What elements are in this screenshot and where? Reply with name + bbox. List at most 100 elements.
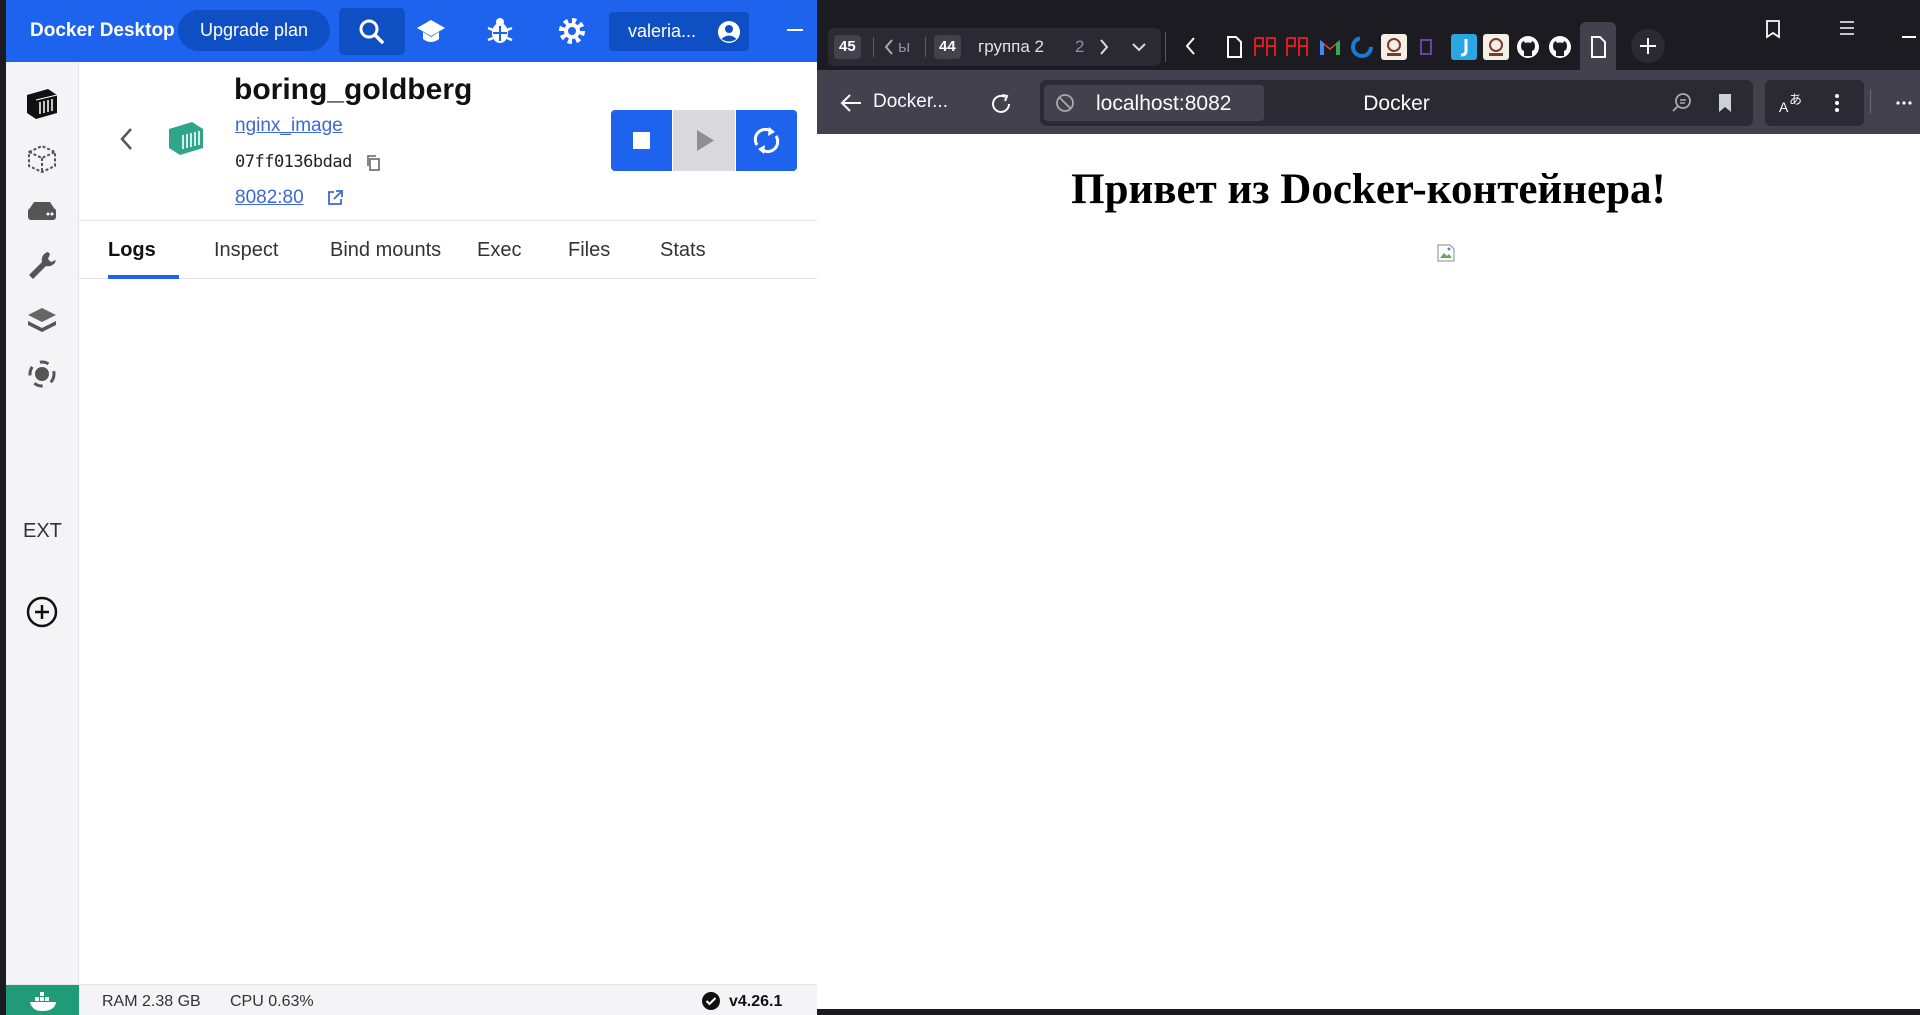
menu-icon[interactable] bbox=[1837, 20, 1857, 36]
add-extension-icon[interactable] bbox=[24, 594, 60, 630]
container-id: 07ff0136bdad bbox=[235, 152, 352, 172]
restart-button[interactable] bbox=[736, 110, 797, 171]
tab-group-label-left[interactable]: ы bbox=[898, 37, 910, 57]
app-title: Docker Desktop bbox=[30, 20, 175, 41]
red-site-favicon-icon[interactable] bbox=[1253, 34, 1279, 60]
page-icon bbox=[1591, 36, 1606, 58]
account-avatar-icon bbox=[718, 21, 740, 43]
divider bbox=[1870, 90, 1871, 114]
docker-whale-icon bbox=[30, 992, 56, 1011]
tab-files[interactable]: Files bbox=[568, 239, 610, 262]
play-icon bbox=[697, 130, 714, 151]
back-label[interactable]: Docker... bbox=[873, 91, 948, 113]
account-name: valeria... bbox=[628, 21, 697, 41]
tab-bind-mounts[interactable]: Bind mounts bbox=[330, 239, 441, 262]
page-favicon-icon[interactable] bbox=[1221, 34, 1247, 60]
dev-environments-wrench-icon[interactable] bbox=[24, 248, 60, 284]
engine-status[interactable] bbox=[6, 985, 79, 1015]
broken-image-icon bbox=[1437, 244, 1455, 262]
extensions-label[interactable]: EXT bbox=[23, 520, 62, 543]
docker-scout-icon[interactable] bbox=[24, 356, 60, 392]
settings-gear-icon[interactable] bbox=[554, 14, 590, 48]
minimize-button[interactable] bbox=[787, 29, 803, 31]
library-site-icon[interactable] bbox=[1483, 34, 1509, 60]
reader-view-icon[interactable] bbox=[1670, 92, 1694, 114]
gmail-icon[interactable] bbox=[1317, 34, 1343, 60]
restart-icon bbox=[753, 127, 780, 154]
minimize-browser-button[interactable] bbox=[1902, 36, 1916, 38]
tab-group-label-right[interactable]: 2 bbox=[1075, 37, 1084, 57]
tab-logs[interactable]: Logs bbox=[108, 239, 156, 262]
search-icon bbox=[359, 19, 384, 44]
chevron-down-icon[interactable] bbox=[1131, 41, 1147, 53]
red-site-favicon-icon[interactable] bbox=[1285, 34, 1311, 60]
svg-text:A: A bbox=[1779, 99, 1789, 115]
bookmark-icon[interactable] bbox=[1716, 92, 1734, 114]
containers-icon[interactable] bbox=[24, 86, 60, 122]
image-link[interactable]: nginx_image bbox=[235, 115, 343, 137]
more-options-icon[interactable] bbox=[1833, 92, 1841, 114]
page-title: Docker bbox=[1363, 92, 1430, 115]
container-actions bbox=[611, 110, 797, 171]
url-bar[interactable]: localhost:8082 Docker bbox=[1040, 80, 1753, 126]
svg-text:あ: あ bbox=[1789, 93, 1802, 108]
active-tab-indicator bbox=[108, 275, 179, 279]
back-chevron-icon[interactable] bbox=[119, 126, 135, 152]
volumes-icon[interactable] bbox=[24, 194, 60, 230]
start-button[interactable] bbox=[673, 110, 735, 171]
tab-list-icon[interactable] bbox=[1762, 18, 1784, 40]
reload-icon[interactable] bbox=[989, 92, 1013, 116]
page-heading: Привет из Docker-контейнера! bbox=[1071, 166, 1666, 213]
divider bbox=[1165, 32, 1166, 62]
overflow-icon[interactable] bbox=[1895, 100, 1915, 106]
tab-strip: 45 ы 44 группа 2 2 bbox=[817, 0, 1920, 70]
docker-desktop-window: Docker Desktop Upgrade plan valeria... E… bbox=[6, 0, 817, 1015]
tab-stats[interactable]: Stats bbox=[660, 239, 706, 262]
plus-icon bbox=[1640, 38, 1656, 54]
divider bbox=[925, 37, 926, 57]
docker-top-bar: Docker Desktop Upgrade plan valeria... bbox=[6, 0, 817, 62]
back-arrow-icon[interactable] bbox=[839, 92, 863, 114]
github-icon[interactable] bbox=[1515, 34, 1541, 60]
copy-icon[interactable] bbox=[365, 154, 381, 172]
navigation-bar: Docker... localhost:8082 Docker Aあ bbox=[817, 70, 1920, 134]
upgrade-plan-button[interactable]: Upgrade plan bbox=[178, 10, 330, 51]
status-bar: RAM 2.38 GB CPU 0.63% v4.26.1 bbox=[6, 984, 817, 1015]
web-page-content: Привет из Docker-контейнера! bbox=[817, 134, 1920, 1009]
sync-site-icon[interactable] bbox=[1349, 34, 1375, 60]
github-icon[interactable] bbox=[1547, 34, 1573, 60]
tab-group-count-badge[interactable]: 44 bbox=[934, 35, 961, 59]
toolbar-buttons: Aあ bbox=[1765, 80, 1864, 126]
images-icon[interactable] bbox=[24, 140, 60, 176]
tab-group-label[interactable]: группа 2 bbox=[978, 37, 1044, 57]
detail-tabs: Logs Inspect Bind mounts Exec Files Stat… bbox=[79, 220, 817, 279]
ram-usage: RAM 2.38 GB bbox=[102, 993, 201, 1010]
left-navigation: EXT bbox=[6, 62, 79, 984]
tab-inspect[interactable]: Inspect bbox=[214, 239, 278, 262]
active-tab[interactable] bbox=[1580, 22, 1616, 70]
tab-group-bar: 45 ы 44 группа 2 2 bbox=[828, 28, 1161, 66]
stop-icon bbox=[633, 132, 650, 149]
tab-exec[interactable]: Exec bbox=[477, 239, 521, 262]
search-button[interactable] bbox=[339, 8, 405, 55]
browser-window: 45 ы 44 группа 2 2 Docker... localhost:8… bbox=[817, 0, 1920, 1015]
new-tab-button[interactable] bbox=[1631, 29, 1665, 63]
chevron-left-icon[interactable] bbox=[883, 38, 895, 56]
scroll-tabs-left-icon[interactable] bbox=[1184, 36, 1198, 56]
translate-icon[interactable]: Aあ bbox=[1778, 90, 1806, 116]
purple-site-icon[interactable] bbox=[1413, 34, 1439, 60]
account-button[interactable]: valeria... bbox=[609, 12, 749, 51]
learning-center-icon[interactable] bbox=[413, 14, 449, 48]
cpu-usage: CPU 0.63% bbox=[230, 993, 314, 1010]
port-link[interactable]: 8082:80 bbox=[235, 187, 304, 209]
builds-icon[interactable] bbox=[24, 302, 60, 338]
container-icon bbox=[169, 122, 203, 155]
library-site-icon[interactable] bbox=[1381, 34, 1407, 60]
troubleshoot-bug-icon[interactable] bbox=[482, 14, 518, 48]
tab-count-badge[interactable]: 45 bbox=[834, 35, 861, 59]
divider bbox=[873, 37, 874, 57]
stop-button[interactable] bbox=[611, 110, 672, 171]
j-site-icon[interactable] bbox=[1451, 34, 1477, 60]
chevron-right-icon[interactable] bbox=[1098, 38, 1110, 56]
external-link-icon[interactable] bbox=[326, 189, 344, 207]
